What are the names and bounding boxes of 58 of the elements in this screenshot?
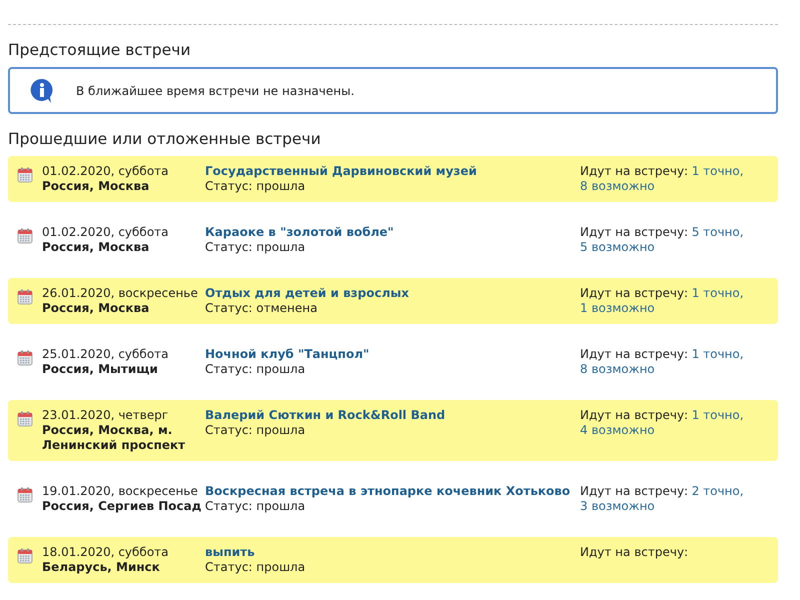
attending-label: Идут на встречу: [580,484,688,498]
sure-count-link[interactable]: 1 точно, [692,164,744,178]
meeting-place: Россия, Москва [42,301,150,316]
attending-label: Идут на встречу: [580,408,688,422]
calendar-icon [17,167,33,183]
sure-count-link[interactable]: 1 точно, [692,408,744,422]
sure-count-link[interactable]: 1 точно, [692,347,744,361]
meeting-title-link[interactable]: Воскресная встреча в этнопарке кочевник Хотьково [205,484,570,498]
meeting-date: 01.02.2020, суббота [42,225,170,240]
meeting-title-link[interactable]: Отдых для детей и взрослых [205,286,409,300]
attending-label: Идут на встречу: [580,545,688,559]
meeting-status: Статус: прошла [205,423,306,438]
meeting-place: Россия, Москва [42,179,150,194]
maybe-count-link[interactable]: 4 возможно [580,423,655,437]
meeting-place: Беларусь, Минск [42,560,161,575]
calendar-icon [17,548,33,564]
calendar-icon [17,350,33,366]
section-heading: Прошедшие или отложенные встречи [8,130,322,148]
sure-count-link[interactable]: 1 точно, [692,286,744,300]
info-icon [29,78,55,104]
meeting-place: Россия, Москва [42,240,150,255]
attending-label: Идут на встречу: [580,225,688,239]
meeting-date: 23.01.2020, четверг [42,408,170,423]
attending-label: Идут на встречу: [580,286,688,300]
meeting-title-link[interactable]: Государственный Дарвиновский музей [205,164,477,178]
meeting-title-link[interactable]: Ночной клуб "Танцпол" [205,347,370,361]
section-heading: Предстоящие встречи [8,41,192,59]
sure-count-link[interactable]: 2 точно, [692,484,744,498]
meeting-date: 26.01.2020, воскресенье [42,286,199,301]
maybe-count-link[interactable]: 1 возможно [580,301,655,315]
calendar-icon [17,289,33,305]
meeting-title-link[interactable]: Караоке в "золотой вобле" [205,225,394,239]
calendar-icon [17,228,33,244]
meeting-status: Статус: прошла [205,499,306,514]
meeting-date: 01.02.2020, суббота [42,164,170,179]
maybe-count-link[interactable]: 3 возможно [580,499,655,513]
meeting-status: Статус: прошла [205,179,306,194]
attending-label: Идут на встречу: [580,164,688,178]
sure-count-link[interactable]: 5 точно, [692,225,744,239]
attending-label: Идут на встречу: [580,347,688,361]
meeting-status: Статус: отменена [205,301,318,316]
meeting-place: Россия, Мытищи [42,362,159,377]
meeting-date: 25.01.2020, суббота [42,347,170,362]
maybe-count-link[interactable]: 8 возможно [580,179,655,193]
calendar-icon [17,487,33,503]
meeting-title-link[interactable]: Валерий Сюткин и Rock&Roll Band [205,408,446,422]
maybe-count-link[interactable]: 8 возможно [580,362,655,376]
meeting-place: Россия, Сергиев Посад [42,499,202,514]
meeting-date: 19.01.2020, воскресенье [42,484,199,499]
meeting-title-link[interactable]: выпить [205,545,255,559]
maybe-count-link[interactable]: 5 возможно [580,240,655,254]
meeting-date: 18.01.2020, суббота [42,545,170,560]
meeting-status: Статус: прошла [205,560,306,575]
meeting-place: Россия, Москва, м. Ленинский проспект [42,423,186,453]
calendar-icon [17,411,33,427]
notice-text: В ближайшее время встречи не назначены. [76,84,354,98]
meeting-status: Статус: прошла [205,240,306,255]
meeting-status: Статус: прошла [205,362,306,377]
